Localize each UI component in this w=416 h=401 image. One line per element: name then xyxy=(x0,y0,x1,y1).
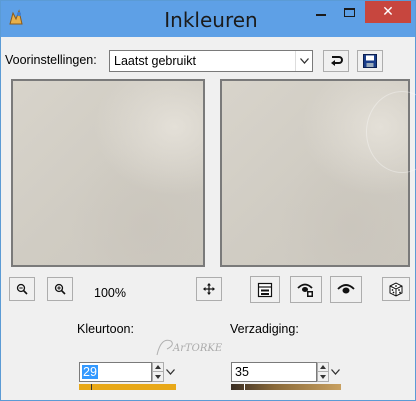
saturation-marker xyxy=(244,384,245,390)
proof-button[interactable] xyxy=(330,276,362,303)
hue-increment[interactable] xyxy=(153,363,163,372)
result-preview[interactable] xyxy=(220,79,416,267)
window-title: Inkleuren xyxy=(164,8,258,32)
reset-icon xyxy=(331,56,343,66)
saturation-label: Verzadiging: xyxy=(230,322,299,336)
eye-lock-icon xyxy=(297,283,313,297)
saturation-color-bar xyxy=(231,384,341,390)
pan-icon xyxy=(203,283,215,295)
zoom-level: 100% xyxy=(94,286,126,300)
save-preset-button[interactable] xyxy=(357,50,383,72)
saturation-input[interactable]: 35 xyxy=(231,362,317,382)
dice-icon xyxy=(389,282,403,297)
hue-decrement[interactable] xyxy=(153,372,163,381)
saturation-value: 35 xyxy=(235,365,249,379)
hue-value: 29 xyxy=(82,365,98,379)
chevron-down-icon xyxy=(330,369,340,375)
zoom-in-icon xyxy=(54,283,66,295)
maximize-button[interactable] xyxy=(335,1,363,23)
presets-label: Voorinstellingen: xyxy=(5,53,97,67)
minimize-button[interactable] xyxy=(307,1,335,23)
preview-panels-icon xyxy=(257,282,273,297)
saturation-spinner[interactable] xyxy=(317,362,329,382)
presets-dropdown[interactable]: Laatst gebruikt xyxy=(109,50,313,72)
chevron-down-icon xyxy=(165,369,175,375)
zoom-out-button[interactable] xyxy=(9,277,35,301)
preview-toggle-button[interactable] xyxy=(250,276,280,303)
svg-text:ArTORKE: ArTORKE xyxy=(172,343,223,354)
close-icon: ✕ xyxy=(382,4,394,20)
chevron-down-icon[interactable] xyxy=(295,51,312,71)
randomize-button[interactable] xyxy=(382,277,410,301)
original-preview[interactable] xyxy=(11,79,205,267)
app-icon[interactable] xyxy=(7,9,25,27)
save-icon xyxy=(363,54,377,68)
zoom-out-icon xyxy=(16,283,28,295)
hue-input[interactable]: 29 xyxy=(79,362,152,382)
title-bar[interactable]: Inkleuren ✕ xyxy=(1,1,415,37)
hue-slider-dropdown[interactable] xyxy=(164,362,176,382)
hue-spinner[interactable] xyxy=(152,362,164,382)
dialog-window: Inkleuren ✕ Voorinstellingen: Laatst geb… xyxy=(0,0,416,401)
saturation-increment[interactable] xyxy=(318,363,328,372)
saturation-slider-dropdown[interactable] xyxy=(329,362,341,382)
hue-label: Kleurtoon: xyxy=(77,322,134,336)
hue-color-bar xyxy=(79,384,176,390)
auto-proof-button[interactable] xyxy=(290,276,322,303)
pan-button[interactable] xyxy=(196,277,222,301)
presets-selected-value: Laatst gebruikt xyxy=(114,54,196,68)
minimize-icon xyxy=(316,14,326,16)
reset-button[interactable] xyxy=(323,50,349,72)
saturation-decrement[interactable] xyxy=(318,372,328,381)
maximize-icon xyxy=(343,7,355,17)
close-button[interactable]: ✕ xyxy=(365,1,411,23)
eye-icon xyxy=(337,283,355,293)
zoom-in-button[interactable] xyxy=(47,277,73,301)
hue-marker xyxy=(91,384,92,390)
